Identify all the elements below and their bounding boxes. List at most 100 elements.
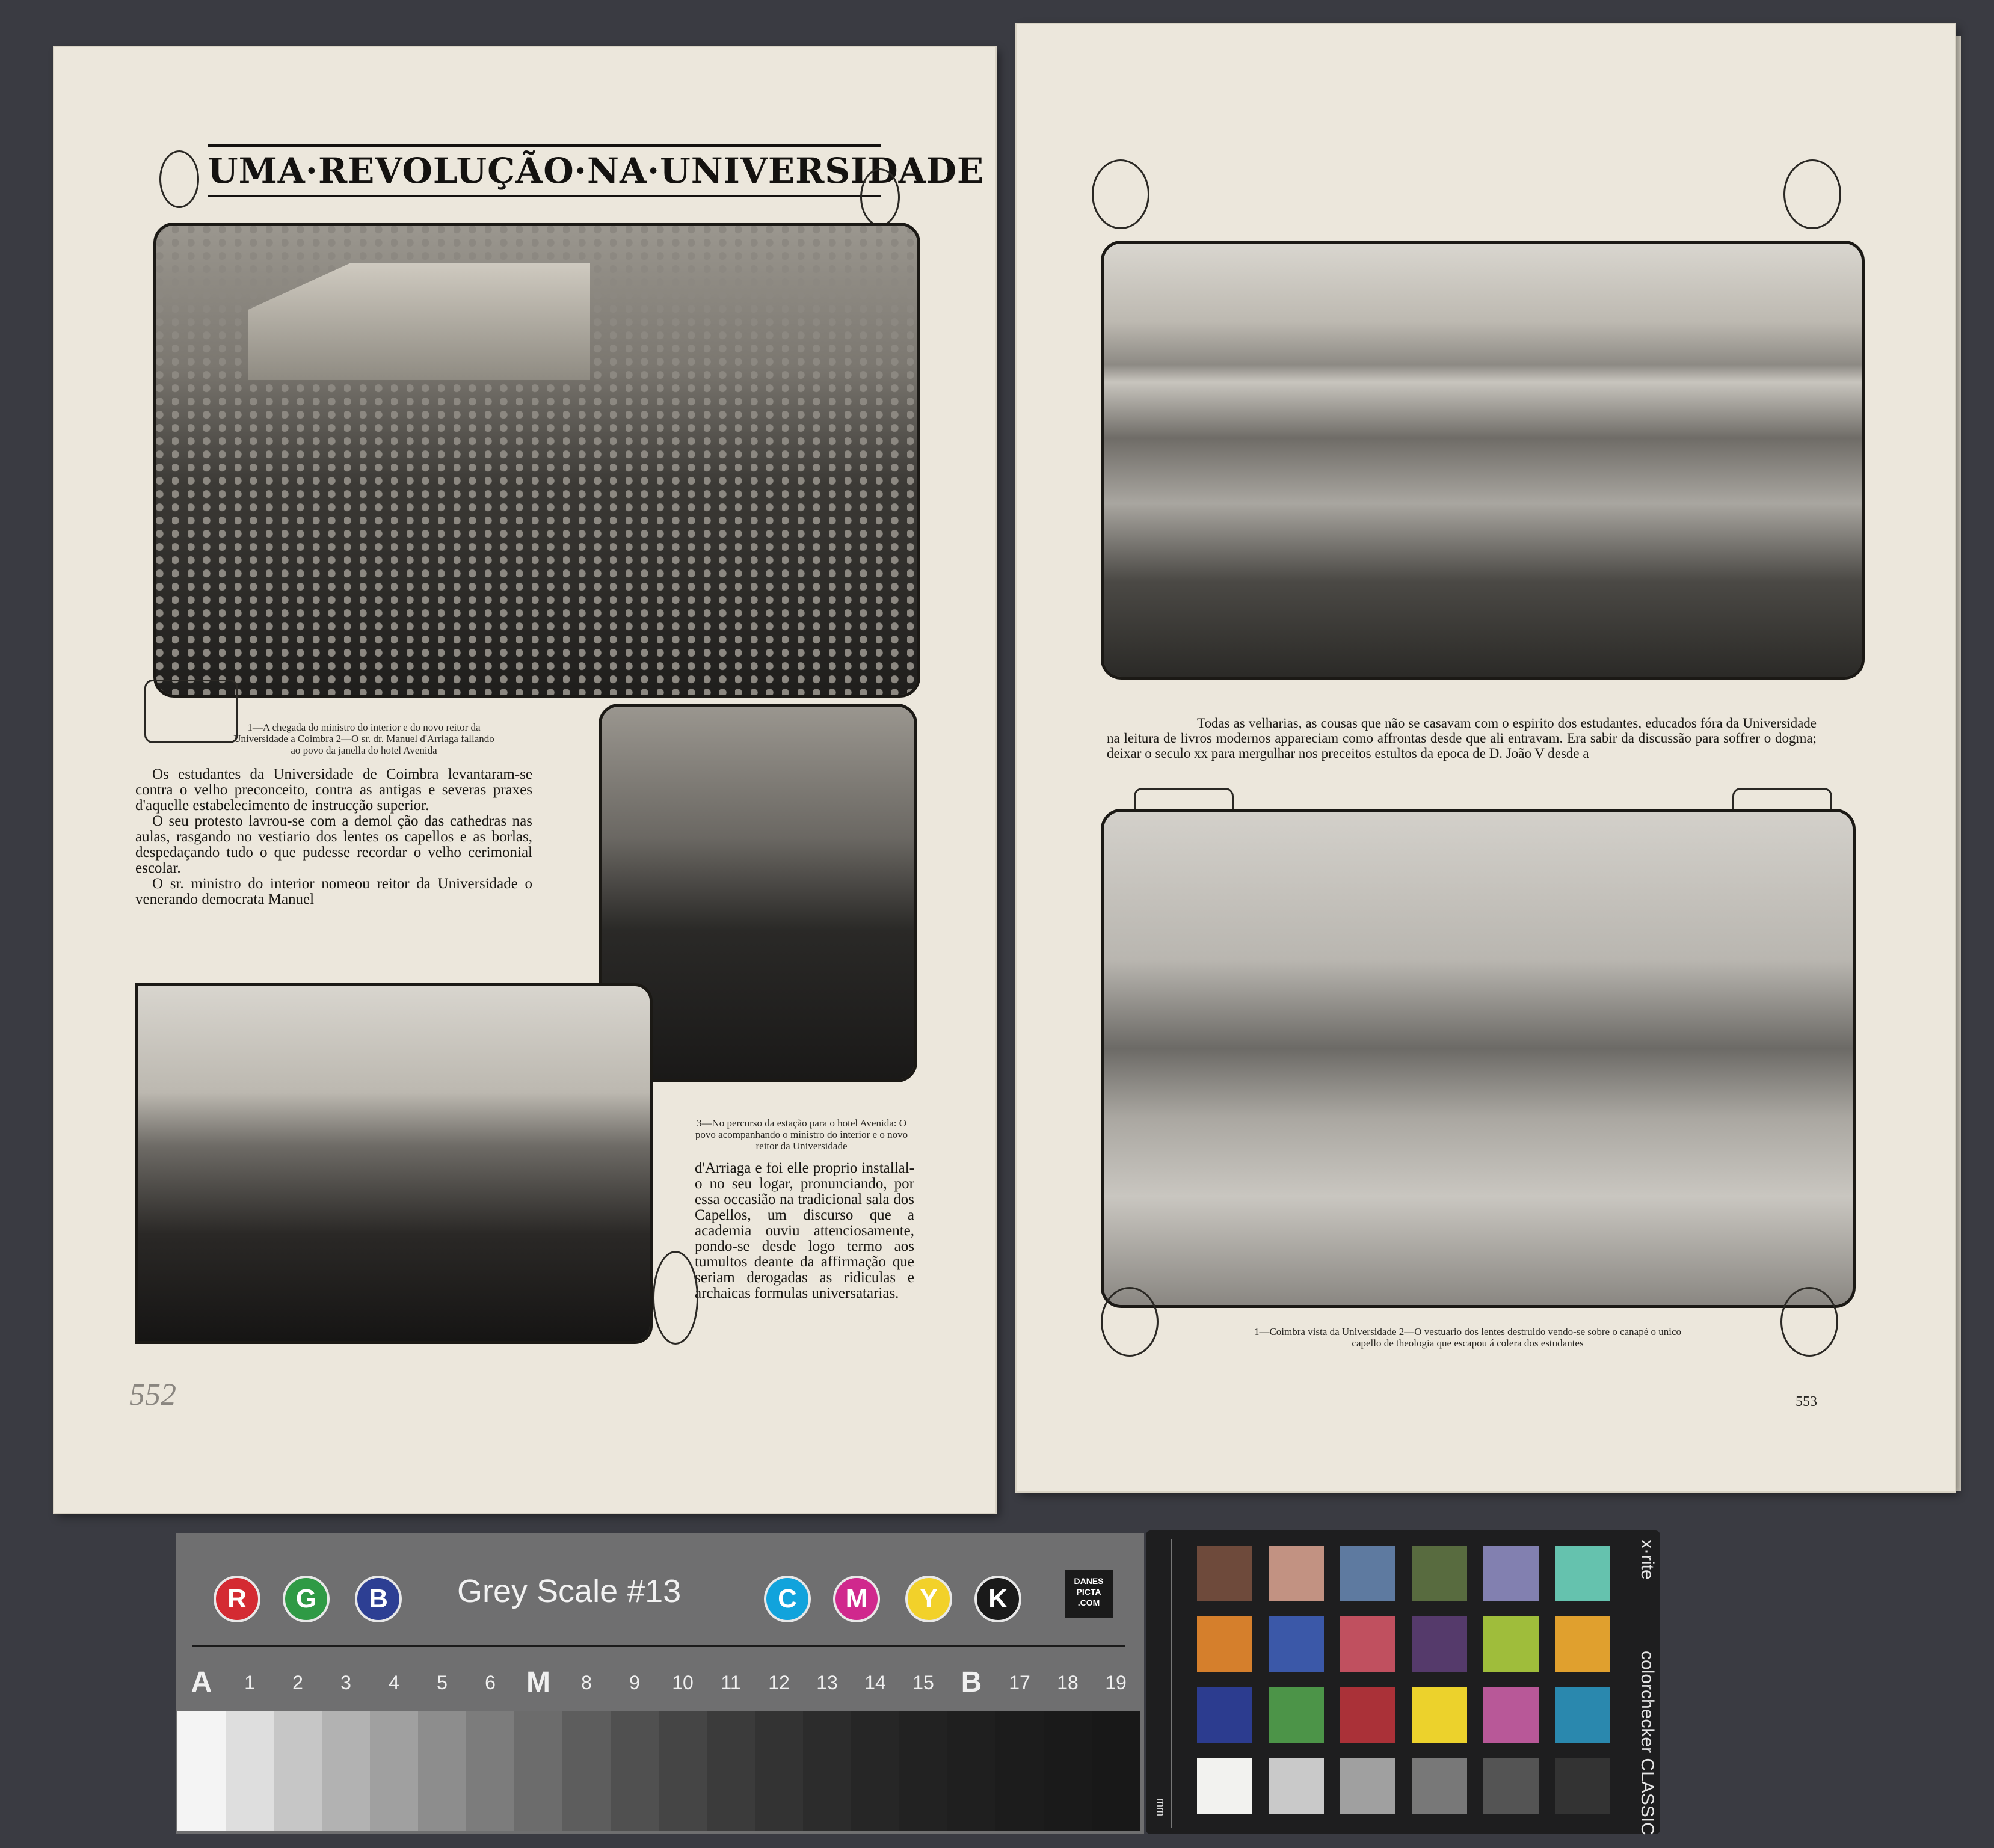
grey-step — [562, 1711, 611, 1831]
photo-coimbra-view — [1101, 241, 1865, 680]
grey-step — [947, 1711, 995, 1831]
caption-photos-1-2: 1—A chegada do ministro do interior e do… — [233, 722, 494, 756]
color-patch — [1269, 1546, 1324, 1601]
paragraph-3: O sr. ministro do interior nomeou reitor… — [135, 876, 532, 907]
color-patch — [1555, 1758, 1610, 1814]
scale-label: 12 — [768, 1672, 790, 1693]
xrite-brand: x·rite — [1637, 1539, 1657, 1580]
scale-label: 4 — [389, 1672, 399, 1693]
photo-street-crowd — [135, 983, 653, 1344]
paragraph-1: Os estudantes da Universidade de Coimbra… — [135, 766, 532, 814]
grey-scale-title: Grey Scale #13 — [457, 1573, 682, 1609]
scale-label: 5 — [437, 1672, 448, 1693]
grey-step — [514, 1711, 562, 1831]
color-patch — [1197, 1758, 1252, 1814]
scale-label: 8 — [581, 1672, 592, 1693]
color-patch — [1197, 1616, 1252, 1672]
page-number: 553 — [1796, 1394, 1817, 1410]
scale-label: 6 — [485, 1672, 496, 1693]
scale-label: 11 — [721, 1672, 741, 1693]
caption-photo-3: 3—No percurso da estação para o hotel Av… — [695, 1117, 908, 1152]
grey-step — [1044, 1711, 1092, 1831]
colorchecker-product: colorchecker CLASSIC — [1637, 1651, 1657, 1835]
grey-step — [466, 1711, 514, 1831]
scale-label: 13 — [816, 1672, 838, 1693]
caption-right-page: 1—Coimbra vista da Universidade 2—O vest… — [1254, 1326, 1682, 1349]
scale-label: M — [526, 1666, 550, 1698]
grey-step — [418, 1711, 466, 1831]
scale-label: 9 — [629, 1672, 640, 1693]
body-text-column-1: Os estudantes da Universidade de Coimbra… — [135, 767, 532, 907]
scale-label: 18 — [1057, 1672, 1079, 1693]
color-patch — [1483, 1616, 1539, 1672]
circle-b: B — [355, 1576, 402, 1622]
scale-label: 1 — [244, 1672, 255, 1693]
color-patch — [1555, 1616, 1610, 1672]
color-patch — [1269, 1616, 1324, 1672]
danes-picta-logo: DANES PICTA .COM — [1065, 1570, 1113, 1618]
circle-c: C — [764, 1576, 811, 1622]
color-patch — [1412, 1616, 1467, 1672]
photo-station-crowd — [153, 223, 920, 698]
color-patch — [1483, 1758, 1539, 1814]
scale-label: B — [961, 1666, 982, 1698]
book-ornament — [144, 680, 238, 743]
scale-label: A — [191, 1666, 212, 1698]
scale-label: 14 — [864, 1672, 886, 1693]
color-patch — [1483, 1546, 1539, 1601]
right-title-tassel-ornament — [860, 168, 900, 226]
color-patch — [1197, 1687, 1252, 1743]
bottom-right-tassel-ornament — [1780, 1287, 1838, 1357]
photo-vestiario-destroyed — [1101, 809, 1856, 1308]
color-patch — [1340, 1687, 1395, 1743]
grey-step — [707, 1711, 755, 1831]
grey-step — [274, 1711, 322, 1831]
handwritten-page-number: 552 — [129, 1378, 176, 1412]
scale-label: 19 — [1105, 1672, 1127, 1693]
top-right-tassel-ornament — [1783, 159, 1841, 229]
scale-label: 3 — [340, 1672, 351, 1693]
grey-step — [322, 1711, 370, 1831]
grey-step — [611, 1711, 659, 1831]
color-patch — [1555, 1687, 1610, 1743]
color-patch — [1412, 1758, 1467, 1814]
scale-label: 10 — [672, 1672, 694, 1693]
scale-divider — [192, 1645, 1125, 1647]
scale-label: 2 — [292, 1672, 303, 1693]
grey-step — [851, 1711, 899, 1831]
color-patch — [1340, 1546, 1395, 1601]
tassel-ornament-bottom — [653, 1251, 698, 1345]
article-title: UMA·REVOLUÇÃO·NA·UNIVERSIDADE — [208, 144, 983, 197]
grey-step — [995, 1711, 1044, 1831]
grey-step — [370, 1711, 418, 1831]
color-patch — [1483, 1687, 1539, 1743]
color-patch — [1340, 1616, 1395, 1672]
grey-step — [659, 1711, 707, 1831]
top-left-tassel-ornament — [1092, 159, 1149, 229]
circle-m: M — [833, 1576, 880, 1622]
color-patch — [1555, 1546, 1610, 1601]
body-text-column-2: d'Arriaga e foi elle proprio installal-o… — [695, 1161, 914, 1301]
bottom-left-tassel-ornament — [1101, 1287, 1159, 1357]
grey-step — [177, 1711, 226, 1831]
color-patch — [1269, 1758, 1324, 1814]
ruler-unit: mm — [1155, 1798, 1167, 1816]
circle-g: G — [283, 1576, 330, 1622]
grey-step — [803, 1711, 851, 1831]
circle-r: R — [214, 1576, 260, 1622]
color-patch — [1197, 1546, 1252, 1601]
color-patch — [1340, 1758, 1395, 1814]
grey-step — [1092, 1711, 1140, 1831]
paragraph-4: d'Arriaga e foi elle proprio installal-o… — [695, 1160, 914, 1301]
scale-label: 15 — [912, 1672, 934, 1693]
mm-ruler — [1149, 1539, 1172, 1828]
grey-step — [899, 1711, 947, 1831]
left-title-tassel-ornament — [159, 150, 199, 208]
color-patch — [1412, 1687, 1467, 1743]
intro-text: Todas as velharias, as cousas que não se… — [1107, 716, 1817, 761]
circle-y: Y — [905, 1576, 952, 1622]
color-patch — [1412, 1546, 1467, 1601]
grey-step — [226, 1711, 274, 1831]
paragraph-2: O seu protesto lavrou-se com a demol ção… — [135, 813, 532, 876]
color-patch — [1269, 1687, 1324, 1743]
